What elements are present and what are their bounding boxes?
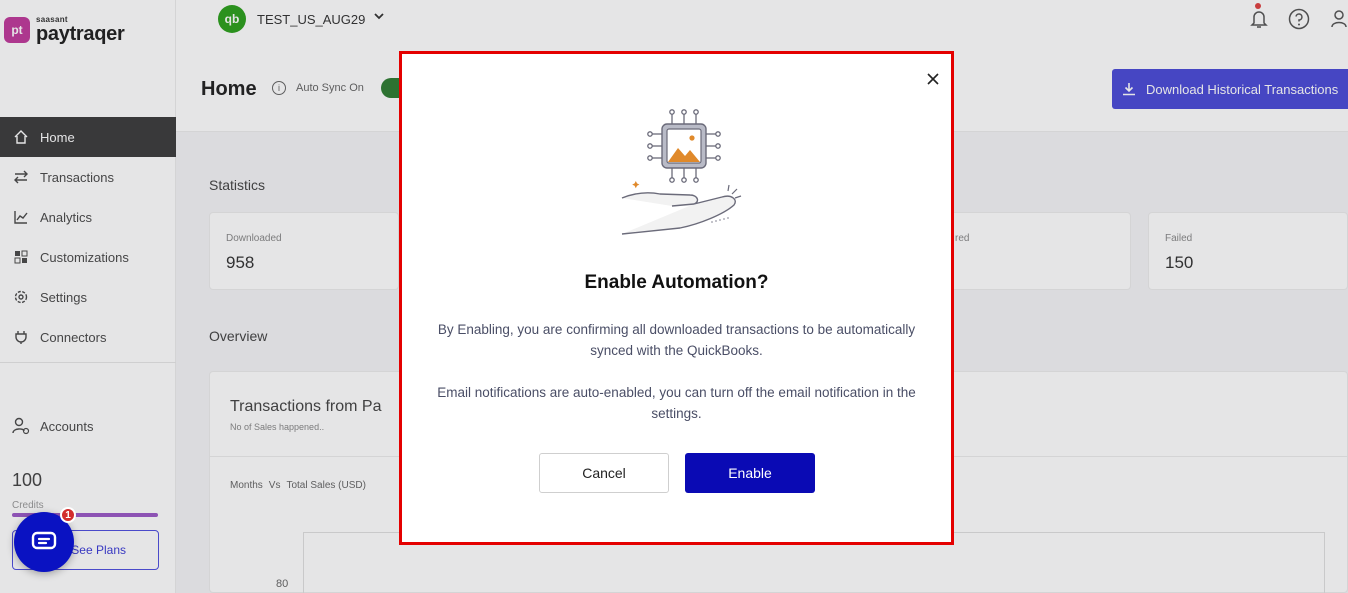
enable-button[interactable]: Enable (685, 453, 815, 493)
chat-icon (31, 531, 57, 550)
enable-automation-dialog: Enable Automation? By Enabling, you are … (399, 51, 954, 545)
dialog-paragraph-2: Email notifications are auto-enabled, yo… (437, 385, 916, 421)
dialog-paragraph-1: By Enabling, you are confirming all down… (437, 322, 916, 358)
chat-notification-badge: 1 (60, 507, 76, 523)
close-icon[interactable] (923, 69, 943, 89)
automation-illustration-icon (621, 109, 742, 235)
dialog-title: Enable Automation? (584, 272, 769, 293)
cancel-button[interactable]: Cancel (539, 453, 669, 493)
